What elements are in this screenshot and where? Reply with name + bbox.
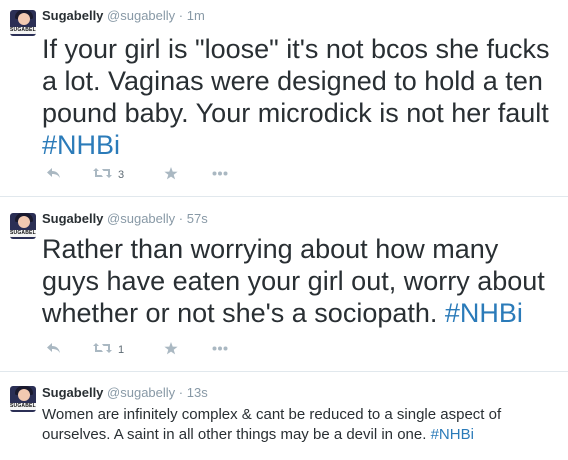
more-icon[interactable] [212,171,228,176]
author-handle[interactable]: @sugabelly [107,8,175,23]
reply-icon[interactable] [46,342,61,354]
author-name[interactable]: Sugabelly [42,211,103,226]
avatar[interactable]: SUGABELLY [10,10,36,36]
timestamp[interactable]: 13s [187,385,208,400]
retweet-count: 3 [118,169,125,181]
author-handle[interactable]: @sugabelly [107,211,175,226]
star-icon[interactable] [164,342,178,355]
more-icon[interactable] [212,346,228,351]
author-name[interactable]: Sugabelly [42,8,103,23]
tweet-header: Sugabelly @sugabelly · 13s [42,385,208,400]
avatar-label: SUGABELLY [10,403,36,410]
retweet-icon[interactable] [93,167,112,179]
author-name[interactable]: Sugabelly [42,385,103,400]
author-handle[interactable]: @sugabelly [107,385,175,400]
separator: · [178,385,184,400]
tweet-text: Rather than worrying about how many guys… [42,233,562,329]
retweet-icon[interactable] [93,342,112,354]
tweet-body: If your girl is "loose" it's not bcos sh… [42,34,550,128]
hashtag-link[interactable]: #NHBi [445,298,523,328]
avatar-label: SUGABELLY [10,27,36,34]
tweet-text: If your girl is "loose" it's not bcos sh… [42,33,562,161]
tweet-1[interactable]: SUGABELLY Sugabelly @sugabelly · 1m If y… [0,0,568,196]
avatar[interactable]: SUGABELLY [10,386,36,412]
hashtag-link[interactable]: #NHBi [42,130,120,160]
tweet-header: Sugabelly @sugabelly · 1m [42,8,205,23]
retweet-count: 1 [118,344,125,356]
tweet-3[interactable]: SUGABELLY Sugabelly @sugabelly · 13s Wom… [0,372,568,460]
reply-icon[interactable] [46,167,61,179]
tweet-text: Women are infinitely complex & cant be r… [42,405,562,445]
hashtag-link[interactable]: #NHBi [431,426,474,443]
separator: · [178,8,184,23]
timestamp[interactable]: 1m [187,8,205,23]
tweet-header: Sugabelly @sugabelly · 57s [42,211,208,226]
separator: · [178,211,184,226]
tweet-2[interactable]: SUGABELLY Sugabelly @sugabelly · 57s Rat… [0,197,568,371]
star-icon[interactable] [164,167,178,180]
avatar[interactable]: SUGABELLY [10,213,36,239]
timestamp[interactable]: 57s [187,211,208,226]
avatar-label: SUGABELLY [10,230,36,237]
